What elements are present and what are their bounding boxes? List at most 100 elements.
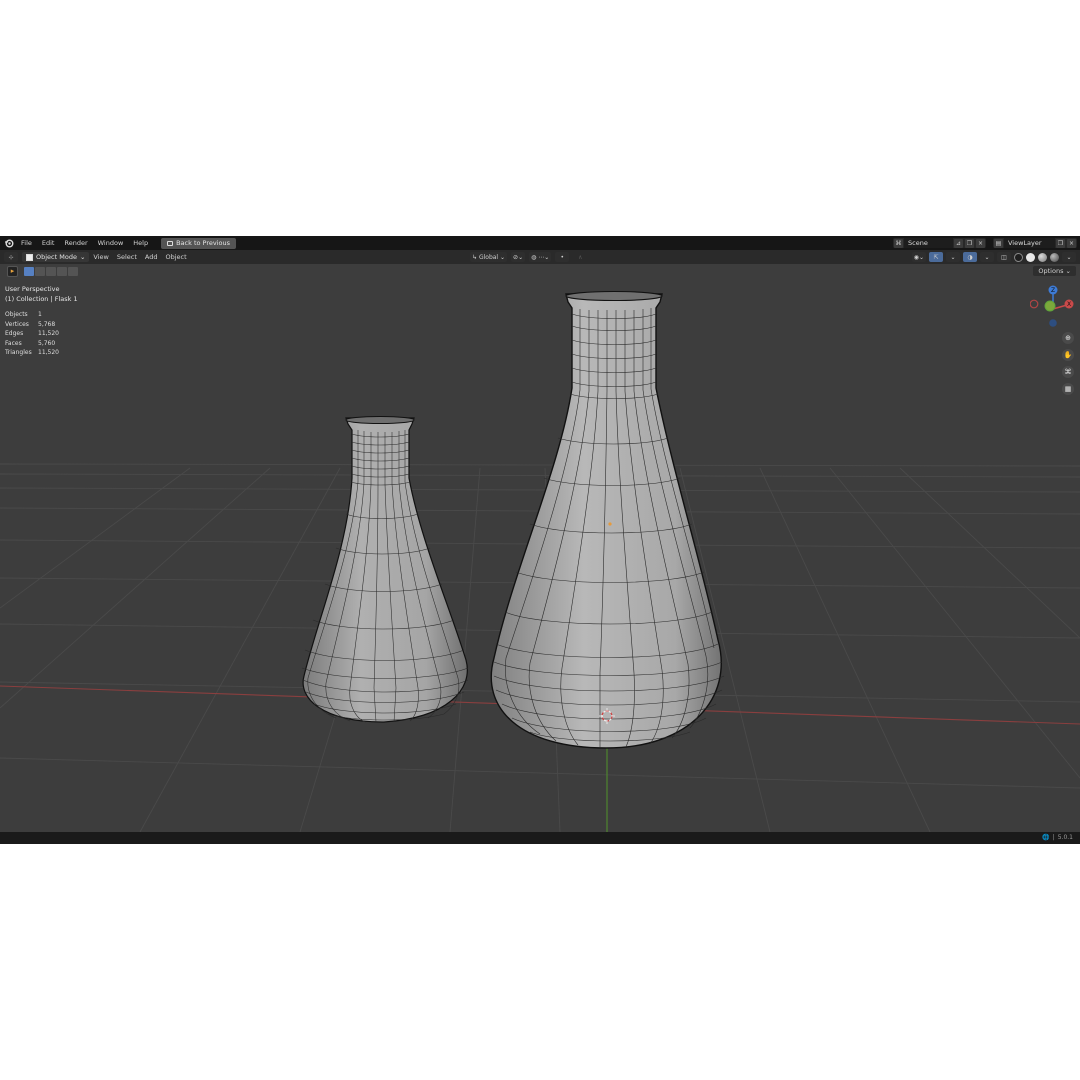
gizmo-neg-z-axis[interactable] <box>1049 319 1057 327</box>
stat-label: Triangles <box>5 349 32 357</box>
stat-row: Edges 11,520 <box>5 329 59 339</box>
back-icon <box>167 240 174 246</box>
pin-icon[interactable]: ⊿ <box>954 238 963 248</box>
select-intersect-icon[interactable] <box>68 266 78 276</box>
version-info: 🌐 | 5.0.1 <box>1042 834 1073 841</box>
viewport-info: User Perspective (1) Collection | Flask … <box>5 284 78 304</box>
gizmo-neg-x-axis[interactable] <box>1030 299 1039 309</box>
menu-window[interactable]: Window <box>93 239 129 247</box>
select-new-icon[interactable] <box>24 266 34 276</box>
stat-value: 1 <box>38 311 42 318</box>
stat-row: Objects 1 <box>5 310 59 320</box>
pan-hand-icon[interactable]: ✋ <box>1062 349 1074 361</box>
header-menu-object[interactable]: Object <box>162 253 191 261</box>
select-subtract-icon[interactable] <box>46 266 56 276</box>
transform-orientation-dropdown[interactable]: ↳ Global ⌄ <box>470 252 508 262</box>
stat-label: Edges <box>5 330 24 338</box>
new-view-layer-icon[interactable]: ❐ <box>1056 238 1065 248</box>
status-bar: 🌐 | 5.0.1 <box>0 832 1080 844</box>
new-scene-icon[interactable]: ❐ <box>965 238 974 248</box>
flask-2-mesh[interactable] <box>301 416 469 723</box>
select-tool-icon[interactable]: ▸ <box>7 265 18 277</box>
stat-row: Vertices 5,768 <box>5 320 59 330</box>
blender-logo-icon[interactable] <box>3 238 14 249</box>
stat-label: Vertices <box>5 320 29 328</box>
object-mode-dropdown[interactable]: Object Mode ⌄ <box>22 252 90 262</box>
overlay-icon[interactable]: ◑ <box>963 252 977 262</box>
globe-icon: 🌐 <box>1042 834 1050 841</box>
delete-scene-icon[interactable]: × <box>976 238 985 248</box>
selection-mode-buttons <box>24 266 78 276</box>
transform-tools: ↳ Global ⌄ ⊘ ⌄ ◍ ⋯ ⌄ • ∧ <box>470 252 587 262</box>
gizmo-x-label: X <box>1067 301 1071 308</box>
scene-statistics: Objects 1 Vertices 5,768 Edges 11,520 Faces… <box>5 310 59 358</box>
navigation-buttons: ⊕ ✋ ⌘ ▦ <box>1062 332 1074 395</box>
flask-1-mesh[interactable] <box>490 290 725 749</box>
scene-name-field[interactable]: Scene <box>904 238 953 248</box>
back-to-previous-button[interactable]: Back to Previous <box>161 237 237 249</box>
tool-settings-row: ▸ Options ⌄ <box>0 264 1080 278</box>
view-layer-selector[interactable]: ▤ ViewLayer ❐ × <box>993 238 1077 248</box>
snap-icon: ◍ ⋯ <box>531 253 545 261</box>
view-layer-name-field[interactable]: ViewLayer <box>1004 238 1055 248</box>
object-mode-label: Object Mode <box>36 253 77 261</box>
stat-label: Faces <box>5 339 22 347</box>
menu-help[interactable]: Help <box>128 239 153 247</box>
gizmo-y-axis[interactable] <box>1044 300 1056 312</box>
navigation-gizmo[interactable]: Z X <box>1030 284 1074 334</box>
stat-value: 11,520 <box>38 330 59 338</box>
rendered-shading-icon[interactable] <box>1050 252 1059 262</box>
menu-edit[interactable]: Edit <box>37 239 60 247</box>
header-menu-add[interactable]: Add <box>141 253 162 261</box>
orientation-label: Global <box>478 253 499 261</box>
scene-selector[interactable]: ⌘ Scene ⊿ ❐ × <box>893 238 986 248</box>
camera-icon[interactable]: ⌘ <box>1062 366 1074 378</box>
visibility-icon[interactable]: ◉⌄ <box>911 252 926 262</box>
select-extend-icon[interactable] <box>35 266 45 276</box>
material-shading-icon[interactable] <box>1038 252 1047 262</box>
menu-file[interactable]: File <box>16 239 37 247</box>
falloff-icon[interactable]: ∧ <box>573 252 587 262</box>
grid-ortho-icon[interactable]: ▦ <box>1062 383 1074 395</box>
stat-value: 11,520 <box>38 349 59 357</box>
gizmo-dropdown[interactable]: ⌄ <box>946 252 960 262</box>
stat-value: 5,768 <box>38 320 56 328</box>
wireframe-shading-icon[interactable] <box>1014 252 1023 262</box>
scene-icon: ⌘ <box>894 238 903 248</box>
shading-dropdown[interactable]: ⌄ <box>1062 252 1076 262</box>
header-menu-select[interactable]: Select <box>113 253 141 261</box>
top-menu-bar: File Edit Render Window Help Back to Pre… <box>0 236 1080 250</box>
pivot-icon: ⊘ <box>513 253 519 261</box>
pivot-point-dropdown[interactable]: ⊘ ⌄ <box>511 252 526 262</box>
options-label: Options <box>1038 267 1064 275</box>
header-menu-view[interactable]: View <box>89 253 112 261</box>
editor-type-icon[interactable]: ⊹ <box>4 252 18 262</box>
perspective-label: User Perspective <box>5 285 60 293</box>
chevron-down-icon: ⌄ <box>79 253 86 261</box>
delete-view-layer-icon[interactable]: × <box>1067 238 1076 248</box>
version-separator: | <box>1052 834 1055 841</box>
back-to-previous-label: Back to Previous <box>176 239 231 247</box>
options-dropdown[interactable]: Options ⌄ <box>1033 266 1076 276</box>
menu-render[interactable]: Render <box>59 239 92 247</box>
3d-viewport[interactable] <box>0 278 1080 832</box>
stat-row: Faces 5,760 <box>5 339 59 349</box>
proportional-edit-button[interactable]: • <box>555 252 570 262</box>
gizmo-z-label: Z <box>1051 287 1055 294</box>
select-invert-icon[interactable] <box>57 266 67 276</box>
stat-value: 5,760 <box>38 339 56 347</box>
solid-shading-icon[interactable] <box>1026 252 1035 262</box>
collection-label: (1) Collection | Flask 1 <box>5 295 78 303</box>
snap-dropdown[interactable]: ◍ ⋯ ⌄ <box>529 252 552 262</box>
transform-orientation-icon: ↳ <box>472 253 478 261</box>
blender-window: File Edit Render Window Help Back to Pre… <box>0 236 1080 844</box>
overlay-dropdown[interactable]: ⌄ <box>980 252 994 262</box>
viewport-header: ⊹ Object Mode ⌄ View Select Add Object ↳… <box>0 250 1080 264</box>
stat-row: Triangles 11,520 <box>5 348 59 358</box>
version-label: 5.0.1 <box>1057 834 1073 841</box>
view-layer-icon: ▤ <box>994 238 1003 248</box>
xray-icon[interactable]: ◫ <box>997 252 1011 262</box>
gizmo-icon[interactable]: ⇱ <box>929 252 943 262</box>
object-origin-dot <box>608 522 612 526</box>
zoom-icon[interactable]: ⊕ <box>1062 332 1074 344</box>
